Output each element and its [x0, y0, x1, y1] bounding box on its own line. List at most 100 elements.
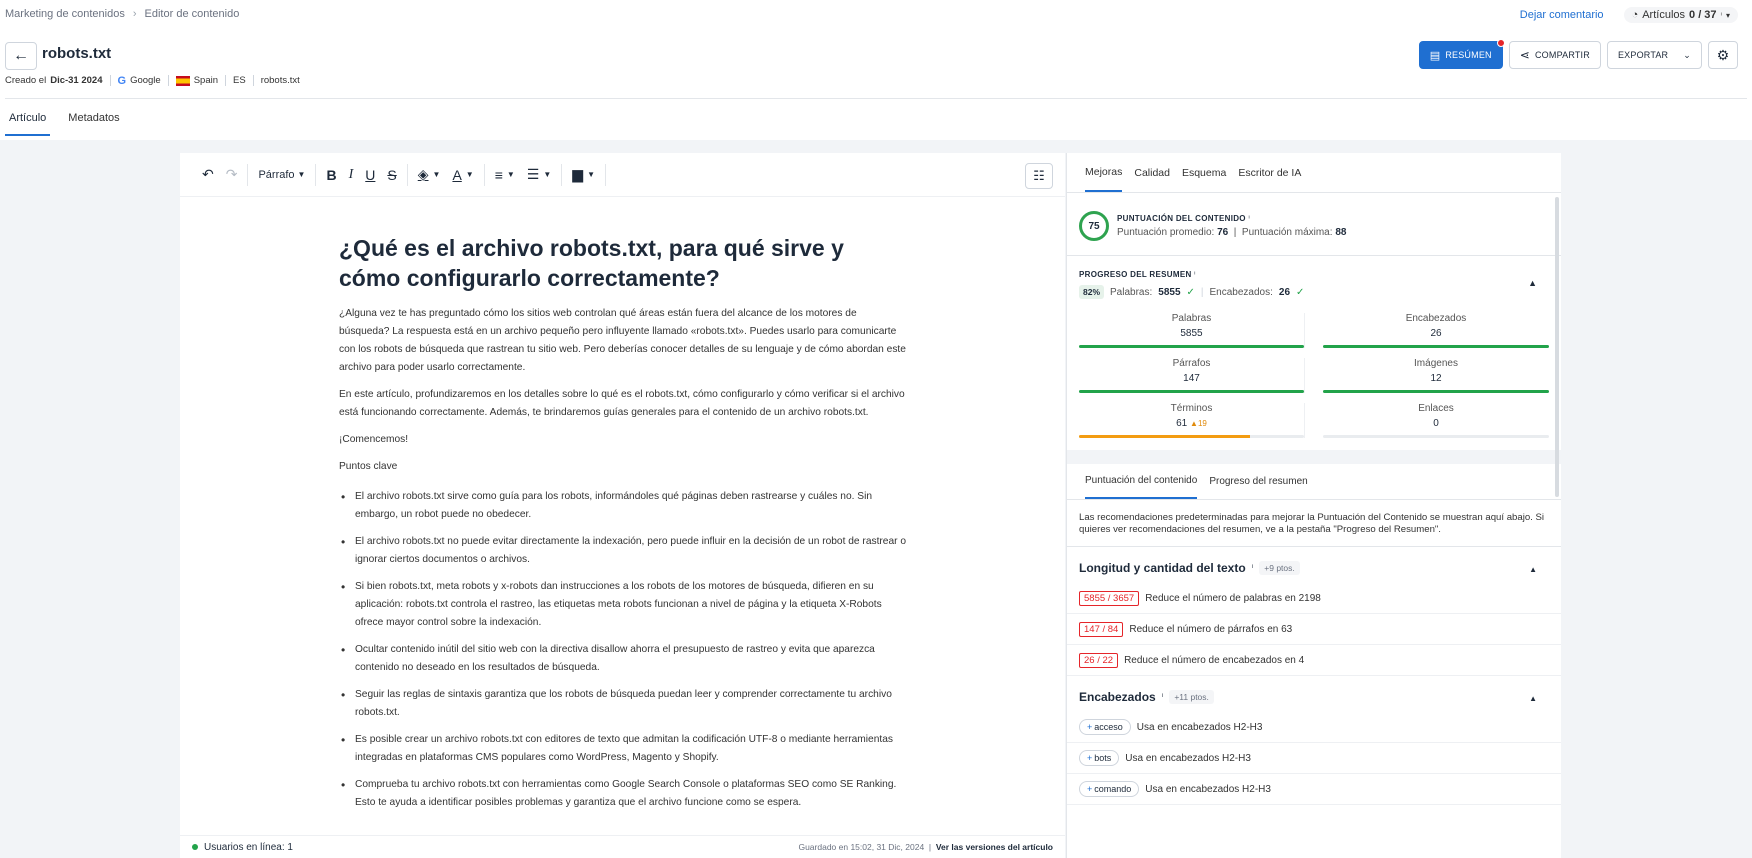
metric-images: Imágenes 12: [1323, 358, 1549, 393]
panel-scrollbar[interactable]: [1555, 197, 1559, 497]
quota-value: 0 / 37: [1689, 9, 1717, 21]
chevron-up-icon[interactable]: ▲: [1528, 278, 1537, 288]
align-left-icon[interactable]: ≡: [495, 167, 503, 183]
chevron-up-icon[interactable]: ▲: [1529, 565, 1537, 574]
summary-progress: PROGRESO DEL RESUMEN ⁱ 82% Palabras: 585…: [1067, 255, 1561, 305]
redo-icon[interactable]: ↷: [226, 166, 238, 183]
share-button[interactable]: ⋖ COMPARTIR: [1508, 41, 1601, 69]
tab-outline[interactable]: Esquema: [1182, 155, 1226, 191]
list-item[interactable]: El archivo robots.txt no puede evitar di…: [339, 533, 909, 569]
keyword: robots.txt: [260, 75, 300, 86]
chevron-down-icon: ▼: [297, 170, 306, 179]
count-badge: 26 / 22: [1079, 652, 1119, 668]
chevron-down-icon[interactable]: ▼: [587, 170, 595, 179]
term-chip[interactable]: + comando: [1079, 781, 1140, 797]
metric-bar: [1323, 435, 1549, 438]
gear-icon: ⚙: [1716, 46, 1730, 63]
bullet-list-icon[interactable]: ☰: [527, 166, 540, 183]
list-item[interactable]: El archivo robots.txt sirve como guía pa…: [339, 488, 909, 524]
key-points-list: El archivo robots.txt sirve como guía pa…: [339, 488, 909, 812]
article-paragraph[interactable]: ¿Alguna vez te has preguntado cómo los s…: [339, 305, 909, 377]
header-divider: [5, 98, 1747, 99]
article-paragraph[interactable]: En este artículo, profundizaremos en los…: [339, 386, 909, 422]
tab-article[interactable]: Artículo: [5, 106, 51, 136]
chevron-down-icon[interactable]: ▼: [543, 170, 551, 179]
list-item[interactable]: Ocultar contenido inútil del sitio web c…: [339, 641, 909, 677]
tab-improvements[interactable]: Mejoras: [1085, 154, 1123, 192]
article-paragraph[interactable]: Puntos clave: [339, 458, 909, 476]
checkmark-icon: ✓: [1186, 286, 1195, 298]
tab-content-score[interactable]: Puntuación del contenido: [1085, 464, 1198, 499]
article-heading[interactable]: ¿Qué es el archivo robots.txt, para qué …: [339, 233, 909, 293]
strikethrough-icon[interactable]: S: [387, 167, 396, 183]
list-item[interactable]: Seguir las reglas de sintaxis garantiza …: [339, 686, 909, 722]
length-section-header[interactable]: Longitud y cantidad del texto ⁱ +9 ptos.…: [1067, 547, 1561, 583]
score-title: PUNTUACIÓN DEL CONTENIDO ⁱ: [1117, 214, 1251, 223]
save-status: Guardado en 15:02, 31 Dic, 2024 | Ver la…: [798, 842, 1053, 852]
settings-button[interactable]: ⚙: [1708, 41, 1738, 69]
headings-section-header[interactable]: Encabezados ⁱ +11 ptos. ▲: [1067, 676, 1561, 712]
undo-icon[interactable]: ↶: [202, 166, 214, 183]
progress-percent: 82%: [1079, 285, 1105, 299]
chevron-down-icon: ⌄: [1683, 49, 1691, 60]
term-chip[interactable]: + bots: [1079, 750, 1120, 766]
articles-quota[interactable]: ◔ Artículos 0 / 37 ⁱ ▾: [1623, 7, 1738, 23]
history-group: ↶ ↷: [192, 163, 249, 186]
tab-summary-progress[interactable]: Progreso del resumen: [1209, 465, 1307, 498]
recommendation-row: + acceso Usa en encabezados H2-H3: [1067, 712, 1561, 743]
tab-ai-writer[interactable]: Escritor de IA: [1238, 155, 1301, 191]
metric-words: Palabras 5855: [1079, 313, 1305, 348]
paragraph-select[interactable]: Párrafo: [258, 169, 294, 181]
info-icon[interactable]: ⁱ: [1194, 270, 1196, 279]
article-paragraph[interactable]: ¡Comencemos!: [339, 431, 909, 449]
highlight-icon[interactable]: ◈: [418, 166, 429, 183]
chevron-down-icon[interactable]: ▼: [433, 170, 441, 179]
text-color-icon[interactable]: A: [452, 167, 461, 183]
metric-bar: [1079, 345, 1304, 348]
chevron-down-icon[interactable]: ▼: [466, 170, 474, 179]
header-actions: ▤ RESÚMEN ⋖ COMPARTIR EXPORTAR ⌄ ⚙: [1418, 39, 1738, 69]
italic-icon[interactable]: I: [349, 167, 354, 183]
tab-quality[interactable]: Calidad: [1134, 155, 1170, 191]
chevron-down-icon[interactable]: ▼: [507, 170, 515, 179]
google-icon: G: [117, 74, 127, 87]
document-meta: Creado el Dic-31 2024 G Google Spain ES …: [5, 74, 307, 87]
bold-icon[interactable]: B: [326, 167, 336, 183]
chevron-up-icon[interactable]: ▲: [1529, 694, 1537, 703]
alignment-group: ≡ ▼ ☰ ▼: [485, 163, 563, 186]
panel-tabs: Mejoras Calidad Esquema Escritor de IA: [1067, 153, 1561, 193]
editor-settings-button[interactable]: ☷: [1025, 163, 1053, 189]
back-button[interactable]: ←: [5, 42, 37, 70]
term-chip[interactable]: + acceso: [1079, 719, 1131, 735]
info-icon[interactable]: ⁱ: [1162, 692, 1164, 703]
info-icon[interactable]: ⁱ: [1252, 563, 1254, 574]
arrow-left-icon: ←: [13, 47, 29, 64]
block-format-group: Párrafo ▼: [248, 163, 317, 186]
list-item[interactable]: Comprueba tu archivo robots.txt con herr…: [339, 776, 909, 812]
breadcrumb-parent[interactable]: Marketing de contenidos: [5, 8, 125, 20]
recommendations-note: Las recomendaciones predeterminadas para…: [1067, 500, 1561, 547]
underline-icon[interactable]: U: [365, 167, 375, 183]
recommendation-row: 147 / 84 Reduce el número de párrafos en…: [1067, 614, 1561, 645]
content-score: 75 PUNTUACIÓN DEL CONTENIDO ⁱ Puntuación…: [1067, 193, 1561, 245]
metric-bar: [1079, 390, 1304, 393]
summary-button[interactable]: ▤ RESÚMEN: [1418, 39, 1505, 69]
gauge-icon: ◔: [1631, 9, 1639, 21]
list-item[interactable]: Si bien robots.txt, meta robots y x-robo…: [339, 578, 909, 632]
tab-metadata[interactable]: Metadatos: [64, 106, 123, 136]
leave-comment-link[interactable]: Dejar comentario: [1520, 9, 1604, 21]
export-button[interactable]: EXPORTAR ⌄: [1606, 41, 1702, 69]
plus-icon: +: [1087, 784, 1093, 794]
chevron-right-icon: ›: [132, 8, 137, 20]
list-item[interactable]: Es posible crear un archivo robots.txt c…: [339, 731, 909, 767]
checkmark-icon: ✓: [1296, 286, 1305, 298]
recommendation-row: 5855 / 3657 Reduce el número de palabras…: [1067, 583, 1561, 614]
online-status-dot: [192, 844, 198, 850]
metric-links: Enlaces 0: [1323, 403, 1549, 438]
versions-link[interactable]: Ver las versiones del artículo: [936, 842, 1053, 852]
country: Spain: [169, 75, 227, 86]
info-icon[interactable]: ⁱ: [1248, 214, 1250, 223]
article-content[interactable]: ¿Qué es el archivo robots.txt, para qué …: [339, 233, 909, 821]
image-icon[interactable]: ▆: [572, 166, 583, 183]
online-users: Usuarios en línea: 1: [192, 842, 293, 853]
